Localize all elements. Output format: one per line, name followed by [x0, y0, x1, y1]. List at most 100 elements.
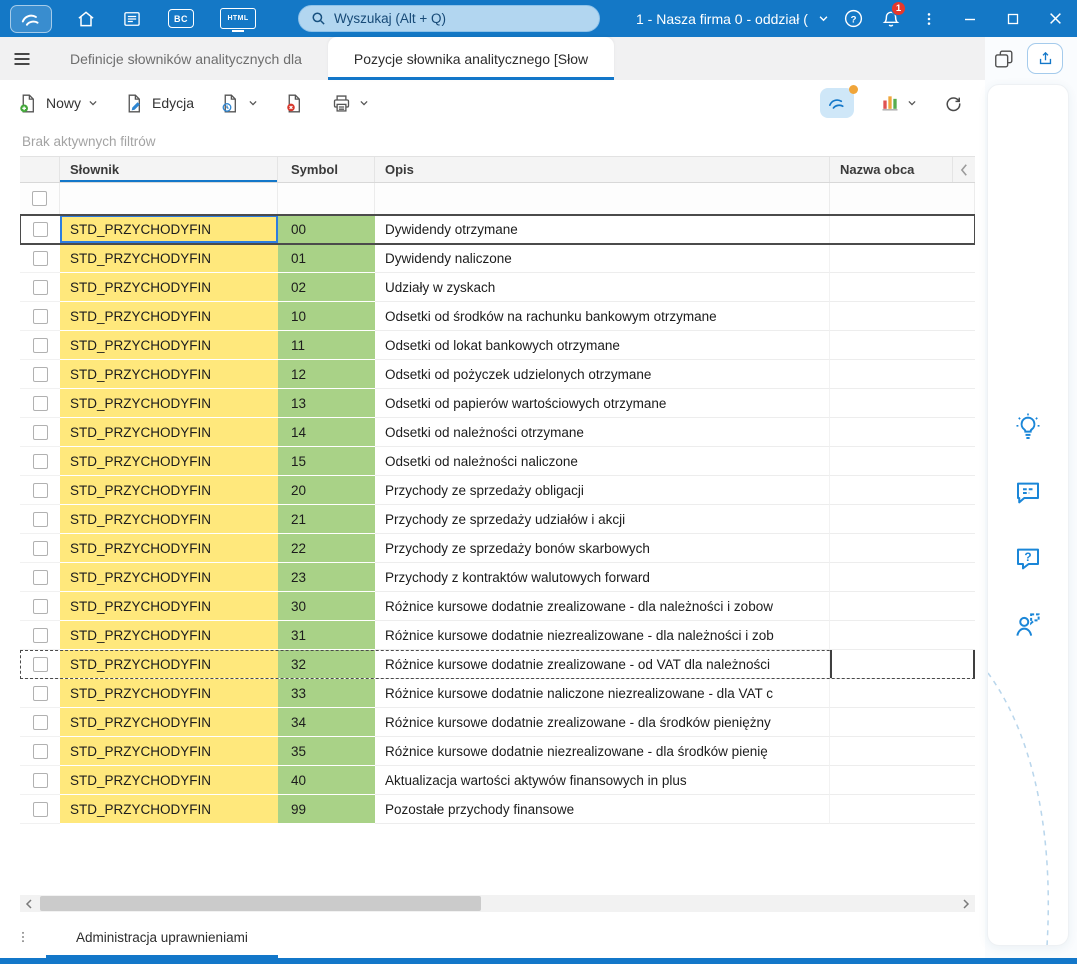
opis-cell[interactable]: Odsetki od papierów wartościowych otrzym… — [375, 389, 830, 418]
table-row[interactable]: STD_PRZYCHODYFIN 00 Dywidendy otrzymane — [20, 214, 975, 245]
table-row[interactable]: STD_PRZYCHODYFIN 21 Przychody ze sprzeda… — [20, 505, 975, 534]
opis-cell[interactable]: Różnice kursowe dodatnie zrealizowane - … — [375, 650, 830, 679]
row-checkbox[interactable] — [32, 511, 48, 527]
edit-button[interactable]: Edycja — [124, 93, 194, 114]
symbol-cell[interactable]: 02 — [278, 273, 375, 302]
symbol-cell[interactable]: 32 — [278, 650, 375, 679]
symbol-cell[interactable]: 13 — [278, 389, 375, 418]
symbol-cell[interactable]: 40 — [278, 766, 375, 795]
slownik-cell[interactable]: STD_PRZYCHODYFIN — [60, 650, 278, 679]
scrollbar-track[interactable] — [38, 895, 957, 912]
table-row[interactable]: STD_PRZYCHODYFIN 15 Odsetki od należnośc… — [20, 447, 975, 476]
filter-slownik[interactable] — [60, 183, 278, 214]
row-checkbox[interactable] — [32, 743, 48, 759]
menu-button[interactable] — [0, 37, 44, 80]
symbol-cell[interactable]: 14 — [278, 418, 375, 447]
row-checkbox[interactable] — [32, 366, 48, 382]
help-button[interactable]: ? — [834, 0, 872, 37]
nazwa-obca-cell[interactable] — [830, 360, 975, 389]
help-chat-button[interactable]: ? — [1011, 542, 1045, 576]
symbol-cell[interactable]: 12 — [278, 360, 375, 389]
nazwa-obca-cell[interactable] — [830, 447, 975, 476]
table-row[interactable]: STD_PRZYCHODYFIN 02 Udziały w zyskach — [20, 273, 975, 302]
table-row[interactable]: STD_PRZYCHODYFIN 99 Pozostałe przychody … — [20, 795, 975, 824]
slownik-cell[interactable]: STD_PRZYCHODYFIN — [60, 360, 278, 389]
opis-cell[interactable]: Różnice kursowe dodatnie niezrealizowane… — [375, 621, 830, 650]
opis-cell[interactable]: Odsetki od pożyczek udzielonych otrzyman… — [375, 360, 830, 389]
chat-button[interactable] — [1011, 476, 1045, 510]
row-checkbox[interactable] — [32, 801, 48, 817]
opis-cell[interactable]: Dywidendy otrzymane — [375, 215, 830, 244]
nazwa-obca-cell[interactable] — [830, 563, 975, 592]
row-checkbox[interactable] — [32, 250, 48, 266]
search-input[interactable] — [334, 11, 587, 26]
print-button[interactable] — [331, 93, 369, 114]
table-row[interactable]: STD_PRZYCHODYFIN 20 Przychody ze sprzeda… — [20, 476, 975, 505]
nazwa-obca-cell[interactable] — [830, 389, 975, 418]
row-checkbox[interactable] — [32, 714, 48, 730]
opis-cell[interactable]: Przychody z kontraktów walutowych forwar… — [375, 563, 830, 592]
slownik-cell[interactable]: STD_PRZYCHODYFIN — [60, 592, 278, 621]
opis-cell[interactable]: Przychody ze sprzedaży bonów skarbowych — [375, 534, 830, 563]
scroll-right-button[interactable] — [957, 895, 975, 912]
html-preview-button[interactable]: HTML — [220, 8, 256, 32]
opis-cell[interactable]: Udziały w zyskach — [375, 273, 830, 302]
nazwa-obca-cell[interactable] — [830, 795, 975, 824]
slownik-cell[interactable]: STD_PRZYCHODYFIN — [60, 215, 278, 244]
slownik-cell[interactable]: STD_PRZYCHODYFIN — [60, 273, 278, 302]
slownik-cell[interactable]: STD_PRZYCHODYFIN — [60, 302, 278, 331]
slownik-cell[interactable]: STD_PRZYCHODYFIN — [60, 418, 278, 447]
row-checkbox[interactable] — [32, 540, 48, 556]
row-checkbox[interactable] — [32, 279, 48, 295]
symbol-cell[interactable]: 15 — [278, 447, 375, 476]
symbol-cell[interactable]: 33 — [278, 679, 375, 708]
row-checkbox[interactable] — [32, 395, 48, 411]
row-checkbox[interactable] — [32, 308, 48, 324]
nazwa-obca-cell[interactable] — [830, 331, 975, 360]
row-checkbox[interactable] — [32, 627, 48, 643]
opis-cell[interactable]: Różnice kursowe dodatnie naliczone niezr… — [375, 679, 830, 708]
slownik-cell[interactable]: STD_PRZYCHODYFIN — [60, 708, 278, 737]
nazwa-obca-cell[interactable] — [830, 215, 975, 244]
table-row[interactable]: STD_PRZYCHODYFIN 32 Różnice kursowe doda… — [20, 650, 975, 679]
opis-cell[interactable]: Odsetki od należności naliczone — [375, 447, 830, 476]
opis-cell[interactable]: Dywidendy naliczone — [375, 244, 830, 273]
table-row[interactable]: STD_PRZYCHODYFIN 13 Odsetki od papierów … — [20, 389, 975, 418]
horizontal-scrollbar[interactable] — [20, 895, 975, 912]
row-checkbox[interactable] — [32, 453, 48, 469]
column-header-nazwa-obca[interactable]: Nazwa obca — [830, 157, 953, 182]
refresh-button[interactable] — [943, 93, 963, 113]
close-button[interactable] — [1034, 0, 1077, 37]
maximize-button[interactable] — [991, 0, 1034, 37]
slownik-cell[interactable]: STD_PRZYCHODYFIN — [60, 331, 278, 360]
table-row[interactable]: STD_PRZYCHODYFIN 34 Różnice kursowe doda… — [20, 708, 975, 737]
nazwa-obca-cell[interactable] — [830, 302, 975, 331]
filter-symbol[interactable] — [278, 183, 375, 214]
chart-button[interactable] — [880, 93, 917, 113]
opis-cell[interactable]: Pozostałe przychody finansowe — [375, 795, 830, 824]
column-header-symbol[interactable]: Symbol — [278, 157, 375, 182]
symbol-cell[interactable]: 11 — [278, 331, 375, 360]
nazwa-obca-cell[interactable] — [830, 273, 975, 302]
slownik-cell[interactable]: STD_PRZYCHODYFIN — [60, 679, 278, 708]
opis-cell[interactable]: Przychody ze sprzedaży udziałów i akcji — [375, 505, 830, 534]
scroll-left-button[interactable] — [20, 895, 38, 912]
opis-cell[interactable]: Odsetki od środków na rachunku bankowym … — [375, 302, 830, 331]
slownik-cell[interactable]: STD_PRZYCHODYFIN — [60, 389, 278, 418]
notifications-button[interactable]: 1 — [872, 0, 910, 37]
nazwa-obca-cell[interactable] — [830, 476, 975, 505]
table-row[interactable]: STD_PRZYCHODYFIN 31 Różnice kursowe doda… — [20, 621, 975, 650]
row-checkbox[interactable] — [32, 685, 48, 701]
delete-button[interactable] — [284, 93, 305, 114]
filter-opis[interactable] — [375, 183, 830, 214]
row-checkbox[interactable] — [32, 424, 48, 440]
symbol-cell[interactable]: 00 — [278, 215, 375, 244]
row-checkbox[interactable] — [32, 656, 48, 672]
nazwa-obca-cell[interactable] — [830, 534, 975, 563]
symbol-cell[interactable]: 20 — [278, 476, 375, 505]
collapse-panel-button[interactable] — [953, 157, 975, 182]
slownik-cell[interactable]: STD_PRZYCHODYFIN — [60, 244, 278, 273]
slownik-cell[interactable]: STD_PRZYCHODYFIN — [60, 766, 278, 795]
symbol-cell[interactable]: 22 — [278, 534, 375, 563]
symbol-cell[interactable]: 10 — [278, 302, 375, 331]
